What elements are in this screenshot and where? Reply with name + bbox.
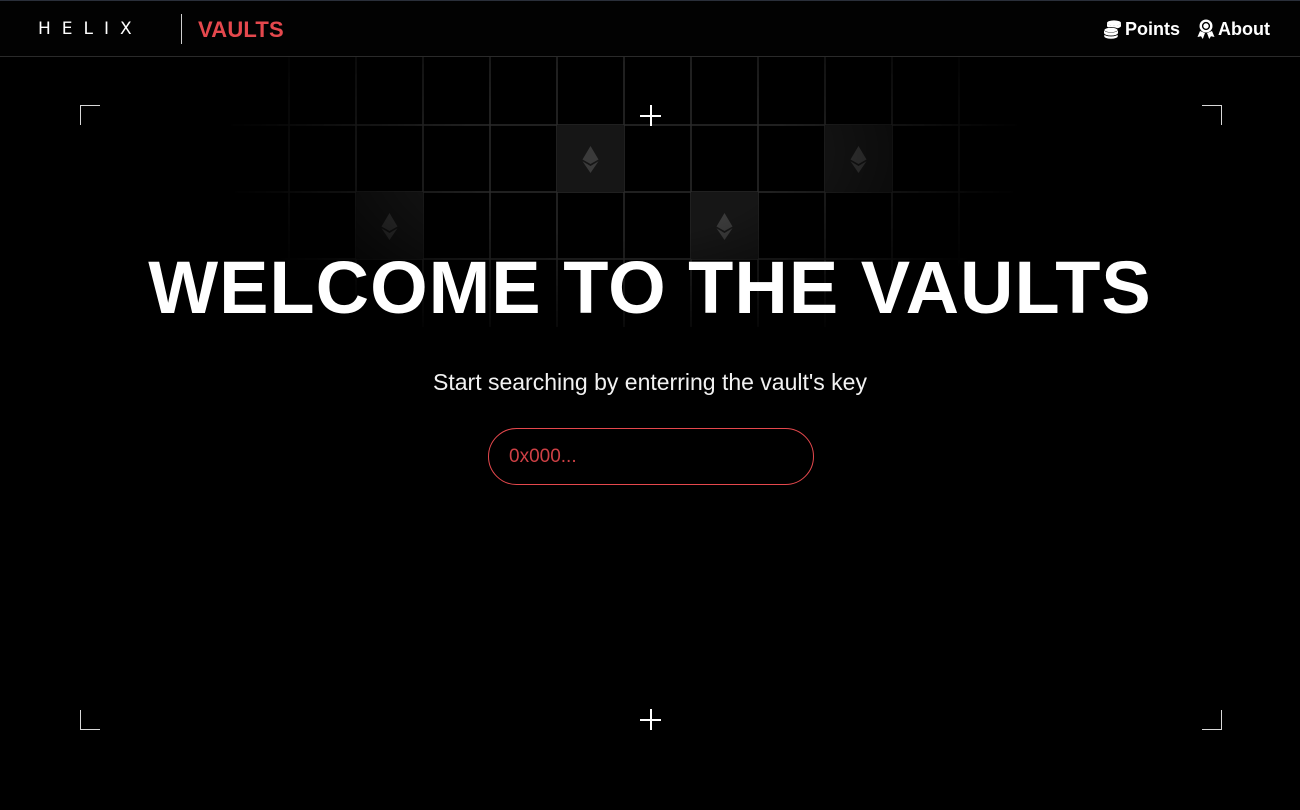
vault-key-search	[488, 428, 814, 485]
coins-icon	[1103, 20, 1121, 40]
nav-about-link[interactable]: About	[1196, 18, 1270, 40]
frame-corner-top-left	[80, 105, 100, 125]
top-navigation-bar: HELIX VAULTS Points About	[0, 0, 1300, 57]
helix-logo[interactable]: HELIX	[38, 19, 143, 39]
vault-key-input[interactable]	[509, 445, 793, 468]
award-ribbon-icon	[1197, 19, 1215, 39]
crosshair-top-icon	[640, 105, 661, 126]
crosshair-bottom-icon	[640, 709, 661, 730]
nav-points-label: Points	[1125, 18, 1181, 39]
nav-points-link[interactable]: Points	[1103, 18, 1180, 40]
nav-about-label: About	[1218, 18, 1270, 39]
hero-title: WELCOME TO THE VAULTS	[148, 246, 1152, 329]
frame-corner-top-right	[1202, 105, 1222, 125]
frame-corner-bottom-right	[1202, 710, 1222, 730]
nav-links: Points About	[1103, 18, 1270, 40]
logo-divider	[181, 14, 182, 44]
frame-corner-bottom-left	[80, 710, 100, 730]
vaults-brand-link[interactable]: VAULTS	[198, 17, 284, 43]
hero-subtitle: Start searching by enterring the vault's…	[433, 369, 867, 395]
